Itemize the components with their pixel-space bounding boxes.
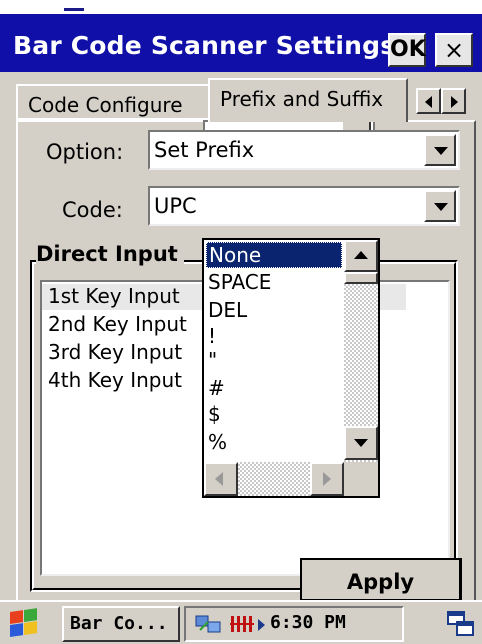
option-label: Option: [46, 140, 124, 164]
option-dropdown-button[interactable] [424, 134, 456, 166]
scroll-up-button[interactable] [344, 240, 378, 272]
window-title: Bar Code Scanner Settings [13, 31, 396, 60]
chevron-down-icon [434, 203, 448, 211]
scroll-right-button[interactable] [310, 462, 344, 496]
list-item[interactable]: 4th Key Input [48, 368, 182, 392]
signal-bars-icon[interactable] [230, 614, 254, 634]
tab-scroll-right-button[interactable] [441, 88, 466, 114]
direct-input-title: Direct Input [36, 242, 184, 266]
scroll-down-button[interactable] [344, 426, 378, 460]
option-select[interactable]: Set Prefix [148, 130, 460, 170]
list-item[interactable]: 2nd Key Input [48, 312, 187, 336]
tray-arrow-icon [258, 619, 265, 631]
arrow-right-icon [451, 96, 458, 108]
dropdown-item[interactable]: $ [206, 402, 342, 428]
tab-scroll-left-button[interactable] [416, 88, 441, 114]
chevron-up-icon [354, 251, 368, 259]
dropdown-item[interactable]: SPACE [206, 270, 342, 296]
tab-prefix-and-suffix[interactable]: Prefix and Suffix [208, 78, 408, 122]
arrow-left-icon [215, 472, 223, 486]
scrollbar-corner [344, 462, 378, 496]
top-strip-mark [64, 8, 84, 11]
code-label: Code: [62, 198, 123, 222]
code-select[interactable]: UPC [148, 186, 460, 226]
code-dropdown-list[interactable]: None SPACE DEL ! " # $ % [202, 238, 380, 498]
dropdown-item[interactable]: " [206, 348, 342, 374]
windows-flag-icon [10, 608, 38, 638]
dropdown-item[interactable]: DEL [206, 298, 342, 324]
tab-code-configure[interactable]: Code Configure [16, 84, 210, 120]
list-item[interactable]: 3rd Key Input [48, 340, 182, 364]
system-tray: 6:30 PM [184, 606, 404, 642]
clock[interactable]: 6:30 PM [270, 612, 346, 633]
dropdown-item-none[interactable]: None [206, 242, 342, 268]
taskbar: Bar Co... 6:30 PM [0, 600, 482, 644]
dropdown-item[interactable]: % [206, 430, 342, 456]
chevron-down-icon [354, 439, 368, 447]
settings-client-area: Code Configure Prefix and Suffix Option:… [0, 72, 482, 602]
scroll-left-button[interactable] [204, 462, 238, 496]
title-bar: Bar Code Scanner Settings OK × [0, 14, 482, 72]
taskbar-app-button[interactable]: Bar Co... [62, 606, 180, 642]
top-strip [0, 0, 482, 14]
arrow-right-icon [323, 472, 331, 486]
start-button[interactable] [4, 606, 54, 642]
dropdown-item[interactable]: ! [206, 324, 342, 350]
chevron-down-icon [434, 147, 448, 155]
apply-button[interactable]: Apply [300, 558, 462, 602]
list-item[interactable]: 1st Key Input [48, 284, 180, 308]
dropdown-item[interactable]: # [206, 376, 342, 402]
arrow-left-icon [425, 96, 432, 108]
ok-button[interactable]: OK [388, 33, 426, 67]
close-button[interactable]: × [435, 33, 473, 67]
connectivity-icon[interactable] [194, 612, 224, 636]
code-select-value: UPC [154, 194, 197, 218]
show-desktop-icon[interactable] [446, 610, 476, 638]
option-select-value: Set Prefix [154, 138, 255, 162]
vertical-scrollbar-thumb[interactable] [344, 272, 378, 284]
code-dropdown-button[interactable] [424, 190, 456, 222]
